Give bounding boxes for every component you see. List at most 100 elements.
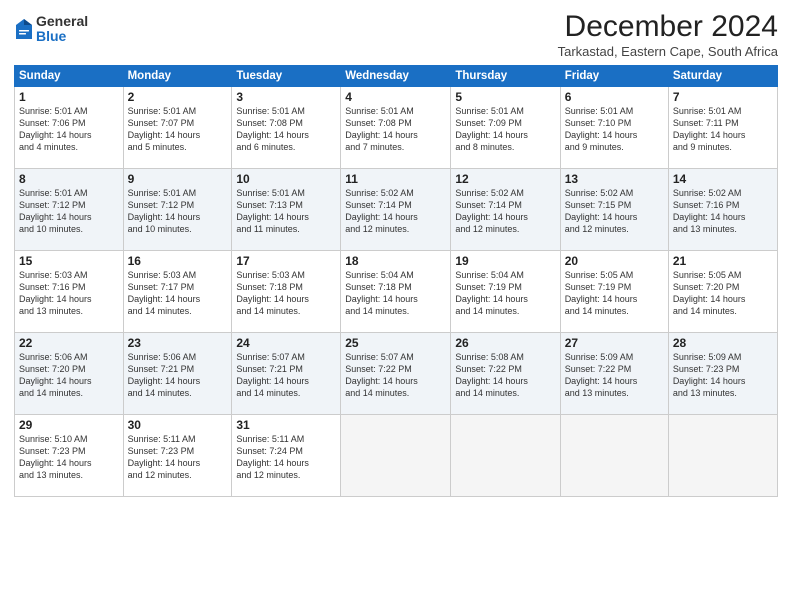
table-row: 4Sunrise: 5:01 AMSunset: 7:08 PMDaylight… — [341, 87, 451, 169]
day-info-line: Daylight: 14 hours — [128, 375, 228, 387]
day-info-line: Sunrise: 5:02 AM — [565, 187, 664, 199]
day-info-line: Sunrise: 5:01 AM — [345, 105, 446, 117]
col-tuesday: Tuesday — [232, 66, 341, 87]
day-info-line: and 12 minutes. — [345, 223, 446, 235]
table-row: 25Sunrise: 5:07 AMSunset: 7:22 PMDayligh… — [341, 333, 451, 415]
logo-text: General Blue — [36, 14, 88, 45]
day-info-line: Daylight: 14 hours — [236, 211, 336, 223]
table-row: 6Sunrise: 5:01 AMSunset: 7:10 PMDaylight… — [560, 87, 668, 169]
day-info: Sunrise: 5:05 AMSunset: 7:19 PMDaylight:… — [565, 269, 664, 318]
day-number: 19 — [455, 254, 555, 268]
table-row: 15Sunrise: 5:03 AMSunset: 7:16 PMDayligh… — [15, 251, 124, 333]
calendar-week-row: 1Sunrise: 5:01 AMSunset: 7:06 PMDaylight… — [15, 87, 778, 169]
day-info: Sunrise: 5:06 AMSunset: 7:20 PMDaylight:… — [19, 351, 119, 400]
day-info-line: Sunset: 7:19 PM — [455, 281, 555, 293]
day-info-line: Sunset: 7:13 PM — [236, 199, 336, 211]
day-info-line: Sunrise: 5:08 AM — [455, 351, 555, 363]
day-number: 15 — [19, 254, 119, 268]
day-number: 28 — [673, 336, 773, 350]
day-info: Sunrise: 5:01 AMSunset: 7:07 PMDaylight:… — [128, 105, 228, 154]
day-info-line: Sunrise: 5:01 AM — [455, 105, 555, 117]
table-row — [341, 415, 451, 497]
calendar-week-row: 29Sunrise: 5:10 AMSunset: 7:23 PMDayligh… — [15, 415, 778, 497]
table-row: 5Sunrise: 5:01 AMSunset: 7:09 PMDaylight… — [451, 87, 560, 169]
table-row: 7Sunrise: 5:01 AMSunset: 7:11 PMDaylight… — [668, 87, 777, 169]
day-info-line: and 12 minutes. — [236, 469, 336, 481]
day-info-line: Sunrise: 5:04 AM — [345, 269, 446, 281]
table-row: 16Sunrise: 5:03 AMSunset: 7:17 PMDayligh… — [123, 251, 232, 333]
day-number: 29 — [19, 418, 119, 432]
day-info-line: and 14 minutes. — [128, 387, 228, 399]
day-number: 14 — [673, 172, 773, 186]
table-row: 22Sunrise: 5:06 AMSunset: 7:20 PMDayligh… — [15, 333, 124, 415]
day-info-line: Sunset: 7:16 PM — [673, 199, 773, 211]
day-info-line: Daylight: 14 hours — [673, 375, 773, 387]
day-info-line: Sunset: 7:20 PM — [673, 281, 773, 293]
table-row: 27Sunrise: 5:09 AMSunset: 7:22 PMDayligh… — [560, 333, 668, 415]
table-row: 1Sunrise: 5:01 AMSunset: 7:06 PMDaylight… — [15, 87, 124, 169]
day-number: 6 — [565, 90, 664, 104]
day-info-line: Daylight: 14 hours — [128, 457, 228, 469]
day-info-line: and 13 minutes. — [19, 469, 119, 481]
day-info-line: Daylight: 14 hours — [128, 129, 228, 141]
day-number: 2 — [128, 90, 228, 104]
day-info-line: Daylight: 14 hours — [19, 457, 119, 469]
day-info-line: Daylight: 14 hours — [128, 293, 228, 305]
day-info-line: Daylight: 14 hours — [345, 211, 446, 223]
day-info-line: Sunrise: 5:10 AM — [19, 433, 119, 445]
day-number: 5 — [455, 90, 555, 104]
day-info-line: and 14 minutes. — [455, 387, 555, 399]
day-number: 27 — [565, 336, 664, 350]
day-info-line: Sunset: 7:10 PM — [565, 117, 664, 129]
day-info-line: Sunset: 7:16 PM — [19, 281, 119, 293]
day-info-line: Sunrise: 5:01 AM — [19, 105, 119, 117]
calendar-table: Sunday Monday Tuesday Wednesday Thursday… — [14, 65, 778, 497]
calendar-header-row: Sunday Monday Tuesday Wednesday Thursday… — [15, 66, 778, 87]
day-info-line: Sunrise: 5:05 AM — [565, 269, 664, 281]
day-info: Sunrise: 5:01 AMSunset: 7:12 PMDaylight:… — [128, 187, 228, 236]
title-block: December 2024 Tarkastad, Eastern Cape, S… — [558, 10, 778, 59]
day-number: 11 — [345, 172, 446, 186]
day-info-line: Sunset: 7:19 PM — [565, 281, 664, 293]
month-title: December 2024 — [558, 10, 778, 44]
day-info-line: Sunset: 7:24 PM — [236, 445, 336, 457]
day-info-line: and 5 minutes. — [128, 141, 228, 153]
day-info: Sunrise: 5:04 AMSunset: 7:18 PMDaylight:… — [345, 269, 446, 318]
day-info-line: Daylight: 14 hours — [565, 211, 664, 223]
day-info-line: Sunrise: 5:09 AM — [673, 351, 773, 363]
table-row — [451, 415, 560, 497]
day-info: Sunrise: 5:02 AMSunset: 7:16 PMDaylight:… — [673, 187, 773, 236]
day-info: Sunrise: 5:01 AMSunset: 7:12 PMDaylight:… — [19, 187, 119, 236]
day-info-line: Sunset: 7:21 PM — [236, 363, 336, 375]
table-row: 12Sunrise: 5:02 AMSunset: 7:14 PMDayligh… — [451, 169, 560, 251]
logo-blue-text: Blue — [36, 29, 88, 44]
day-info-line: Sunrise: 5:01 AM — [128, 187, 228, 199]
day-info-line: Daylight: 14 hours — [673, 293, 773, 305]
day-info-line: Daylight: 14 hours — [565, 293, 664, 305]
logo-general-text: General — [36, 14, 88, 29]
day-info-line: Sunrise: 5:01 AM — [128, 105, 228, 117]
day-info-line: Sunset: 7:12 PM — [19, 199, 119, 211]
day-number: 16 — [128, 254, 228, 268]
day-info-line: Sunset: 7:20 PM — [19, 363, 119, 375]
table-row: 24Sunrise: 5:07 AMSunset: 7:21 PMDayligh… — [232, 333, 341, 415]
day-info: Sunrise: 5:09 AMSunset: 7:23 PMDaylight:… — [673, 351, 773, 400]
day-number: 26 — [455, 336, 555, 350]
day-info-line: Daylight: 14 hours — [19, 375, 119, 387]
table-row: 30Sunrise: 5:11 AMSunset: 7:23 PMDayligh… — [123, 415, 232, 497]
day-info-line: Sunset: 7:09 PM — [455, 117, 555, 129]
day-info: Sunrise: 5:01 AMSunset: 7:11 PMDaylight:… — [673, 105, 773, 154]
col-sunday: Sunday — [15, 66, 124, 87]
day-number: 4 — [345, 90, 446, 104]
day-info: Sunrise: 5:11 AMSunset: 7:24 PMDaylight:… — [236, 433, 336, 482]
day-info-line: Daylight: 14 hours — [455, 211, 555, 223]
day-info-line: Sunrise: 5:02 AM — [345, 187, 446, 199]
day-info-line: Sunset: 7:23 PM — [19, 445, 119, 457]
day-info: Sunrise: 5:06 AMSunset: 7:21 PMDaylight:… — [128, 351, 228, 400]
day-info-line: and 12 minutes. — [565, 223, 664, 235]
table-row: 31Sunrise: 5:11 AMSunset: 7:24 PMDayligh… — [232, 415, 341, 497]
day-info-line: Sunset: 7:22 PM — [565, 363, 664, 375]
day-number: 23 — [128, 336, 228, 350]
day-info: Sunrise: 5:11 AMSunset: 7:23 PMDaylight:… — [128, 433, 228, 482]
day-info-line: and 14 minutes. — [345, 387, 446, 399]
